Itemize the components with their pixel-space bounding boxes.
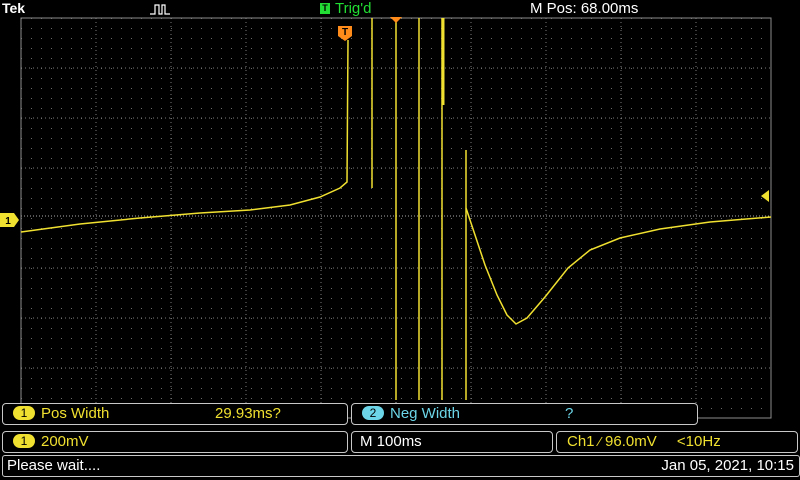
channel-1-badge: 1 bbox=[13, 434, 35, 448]
trigger-frequency: <10Hz bbox=[676, 433, 721, 450]
measurement-label: Neg Width bbox=[390, 405, 461, 422]
channel-1-badge: 1 bbox=[13, 406, 35, 420]
status-message: Please wait.... bbox=[7, 457, 101, 474]
measurement-pos-width[interactable]: 1 Pos Width 29.93ms? bbox=[2, 403, 348, 425]
measurement-value: 29.93ms? bbox=[215, 405, 281, 422]
measurement-neg-width[interactable]: 2 Neg Width ? bbox=[351, 403, 698, 425]
trigger-level: 96.0mV bbox=[605, 433, 657, 450]
ch1-ground-marker[interactable]: 1 bbox=[0, 213, 19, 227]
status-datetime: Jan 05, 2021, 10:15 bbox=[661, 457, 794, 474]
ch1-scale-readout[interactable]: 1 200mV bbox=[2, 431, 348, 453]
measurement-value: ? bbox=[565, 405, 574, 422]
timebase-readout[interactable]: M 100ms bbox=[351, 431, 553, 453]
channel-2-badge: 2 bbox=[362, 406, 384, 420]
trigger-marker-label: T bbox=[342, 27, 348, 38]
status-bar: Please wait.... Jan 05, 2021, 10:15 bbox=[2, 455, 800, 477]
trigger-source: Ch1 bbox=[567, 433, 595, 450]
ch1-scale: 200mV bbox=[41, 433, 89, 450]
ch1-marker-label: 1 bbox=[5, 216, 11, 227]
trigger-readout[interactable]: Ch1 ⁄ 96.0mV <10Hz bbox=[556, 431, 798, 453]
timebase-value: M 100ms bbox=[360, 433, 422, 450]
measurement-label: Pos Width bbox=[41, 405, 110, 422]
rising-edge-icon: ⁄ bbox=[598, 434, 601, 449]
